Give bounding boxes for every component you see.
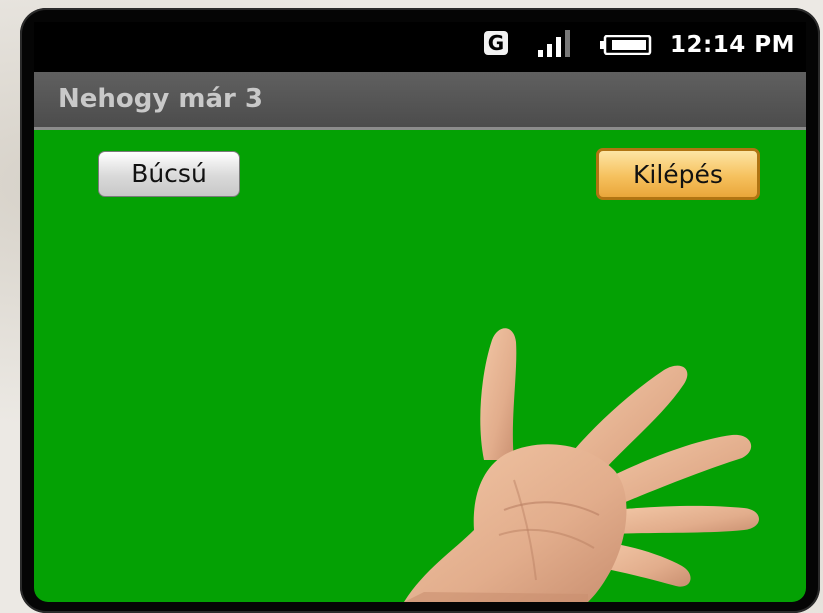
app-title: Nehogy már 3 bbox=[58, 84, 263, 114]
battery-icon bbox=[600, 35, 652, 55]
bucsu-button[interactable]: Búcsú bbox=[98, 151, 240, 197]
status-clock: 12:14 PM bbox=[670, 32, 795, 58]
open-hand-image bbox=[404, 328, 759, 602]
app-title-bar: Nehogy már 3 bbox=[34, 72, 806, 130]
status-bar: G 12:14 PM bbox=[34, 22, 806, 72]
signal-bars-icon bbox=[538, 30, 570, 57]
kilepes-button[interactable]: Kilépés bbox=[596, 148, 760, 200]
network-type-icon: G bbox=[484, 31, 508, 55]
main-content: Búcsú Kilépés bbox=[34, 130, 806, 602]
